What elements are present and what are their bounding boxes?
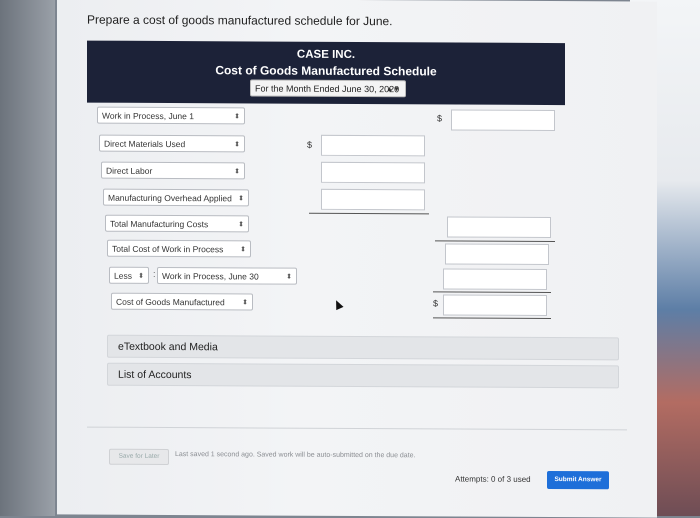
row7-less-select[interactable]: Less ⬍	[109, 266, 149, 284]
row3-account-select[interactable]: Direct Labor ⬍	[101, 161, 245, 180]
row6-account-select[interactable]: Total Cost of Work in Process ⬍	[107, 239, 251, 258]
updown-arrow-icon: ▲▼	[386, 86, 400, 94]
dollar-sign: $	[307, 139, 313, 150]
submit-answer-button[interactable]: Submit Answer	[547, 470, 609, 490]
schedule-header: CASE INC. Cost of Goods Manufactured Sch…	[87, 40, 565, 106]
subtotal-rule	[435, 240, 555, 243]
row3-account-value: Direct Labor	[106, 165, 153, 176]
desk-background-left	[0, 0, 55, 516]
row4-account-value: Manufacturing Overhead Applied	[108, 192, 232, 204]
dollar-sign: $	[437, 113, 443, 124]
row4-account-select[interactable]: Manufacturing Overhead Applied ⬍	[103, 188, 249, 207]
question-panel: Prepare a cost of goods manufactured sch…	[57, 0, 657, 518]
schedule-title: Cost of Goods Manufactured Schedule	[215, 63, 437, 79]
company-name: CASE INC.	[296, 48, 356, 61]
question-prompt: Prepare a cost of goods manufactured sch…	[87, 12, 393, 29]
subtotal-rule	[309, 212, 429, 215]
etextbook-button[interactable]: eTextbook and Media	[107, 334, 619, 361]
row2-amount-input[interactable]	[321, 134, 425, 157]
row5-account-value: Total Manufacturing Costs	[110, 218, 209, 230]
colon-separator: :	[153, 268, 156, 279]
footer-divider	[87, 426, 627, 431]
dollar-sign: $	[433, 298, 439, 309]
period-select-value: For the Month Ended June 30, 2020	[255, 83, 400, 95]
updown-arrow-icon: ⬍	[234, 168, 240, 176]
updown-arrow-icon: ⬍	[238, 221, 244, 229]
autosave-status: Last saved 1 second ago. Saved work will…	[175, 451, 416, 460]
row1-account-value: Work in Process, June 1	[102, 110, 194, 122]
subtotal-rule	[433, 291, 551, 294]
updown-arrow-icon: ⬍	[138, 272, 144, 280]
row3-amount-input[interactable]	[321, 161, 425, 184]
updown-arrow-icon: ⬍	[286, 273, 292, 281]
row7-less-value: Less	[114, 270, 132, 281]
row8-account-value: Cost of Goods Manufactured	[116, 296, 225, 308]
row2-account-select[interactable]: Direct Materials Used ⬍	[99, 134, 245, 153]
row5-account-select[interactable]: Total Manufacturing Costs ⬍	[105, 214, 249, 233]
row8-amount-input[interactable]	[443, 294, 547, 316]
row8-account-select[interactable]: Cost of Goods Manufactured ⬍	[111, 292, 253, 311]
mouse-cursor-icon	[332, 298, 344, 311]
updown-arrow-icon: ⬍	[234, 113, 240, 121]
row6-amount-input[interactable]	[445, 243, 549, 266]
row1-amount-input[interactable]	[451, 109, 555, 132]
list-of-accounts-button[interactable]: List of Accounts	[107, 362, 619, 389]
save-for-later-button[interactable]: Save for Later	[109, 448, 169, 466]
row7-amount-input[interactable]	[443, 268, 547, 290]
period-select[interactable]: For the Month Ended June 30, 2020 ▲▼	[250, 79, 406, 98]
row6-account-value: Total Cost of Work in Process	[112, 243, 224, 255]
updown-arrow-icon: ⬍	[238, 195, 244, 203]
updown-arrow-icon: ⬍	[234, 141, 240, 149]
row7-account-select[interactable]: Work in Process, June 30 ⬍	[157, 266, 297, 285]
updown-arrow-icon: ⬍	[240, 246, 246, 254]
row1-account-select[interactable]: Work in Process, June 1 ⬍	[97, 106, 245, 125]
total-double-rule	[433, 317, 551, 320]
updown-arrow-icon: ⬍	[242, 299, 248, 307]
row4-amount-input[interactable]	[321, 188, 425, 211]
row5-amount-input[interactable]	[447, 216, 551, 239]
attempts-counter: Attempts: 0 of 3 used	[455, 474, 531, 484]
row2-account-value: Direct Materials Used	[104, 138, 186, 150]
row7-account-value: Work in Process, June 30	[162, 270, 259, 282]
